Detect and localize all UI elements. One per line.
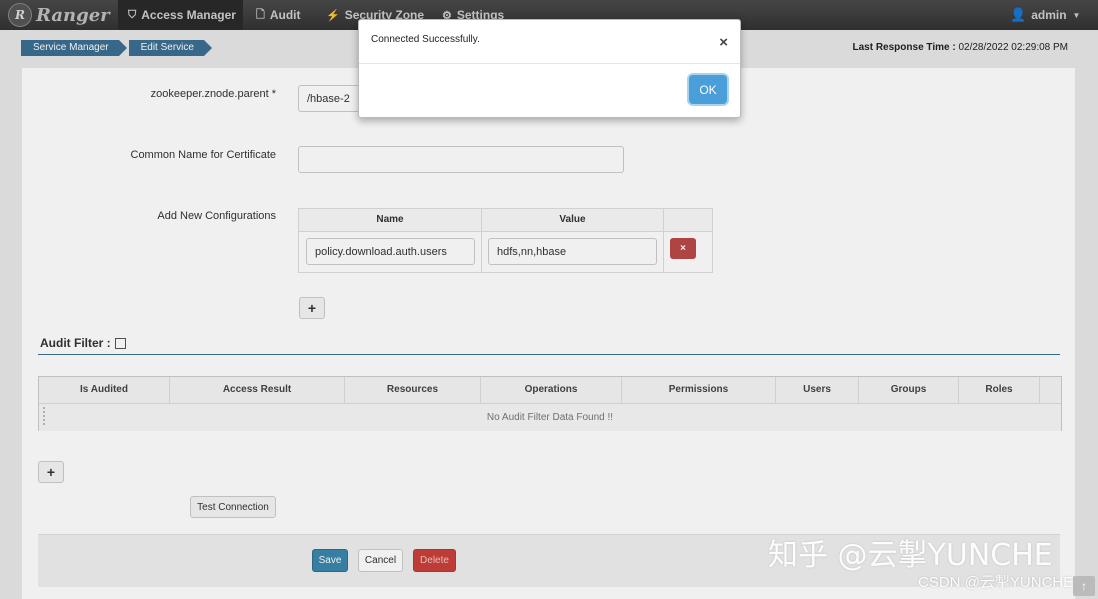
connection-modal: Connected Successfully. × OK xyxy=(358,19,741,118)
scroll-top-icon[interactable]: ↑ xyxy=(1073,576,1095,596)
close-icon[interactable]: × xyxy=(719,34,728,51)
ok-button[interactable]: OK xyxy=(689,75,727,104)
modal-message: Connected Successfully. xyxy=(371,34,480,45)
modal-divider xyxy=(359,63,740,64)
csdn-watermark: CSDN @云掣YUNCHE xyxy=(918,574,1074,591)
zhihu-watermark: 知乎 @云掣YUNCHE xyxy=(768,538,1053,573)
